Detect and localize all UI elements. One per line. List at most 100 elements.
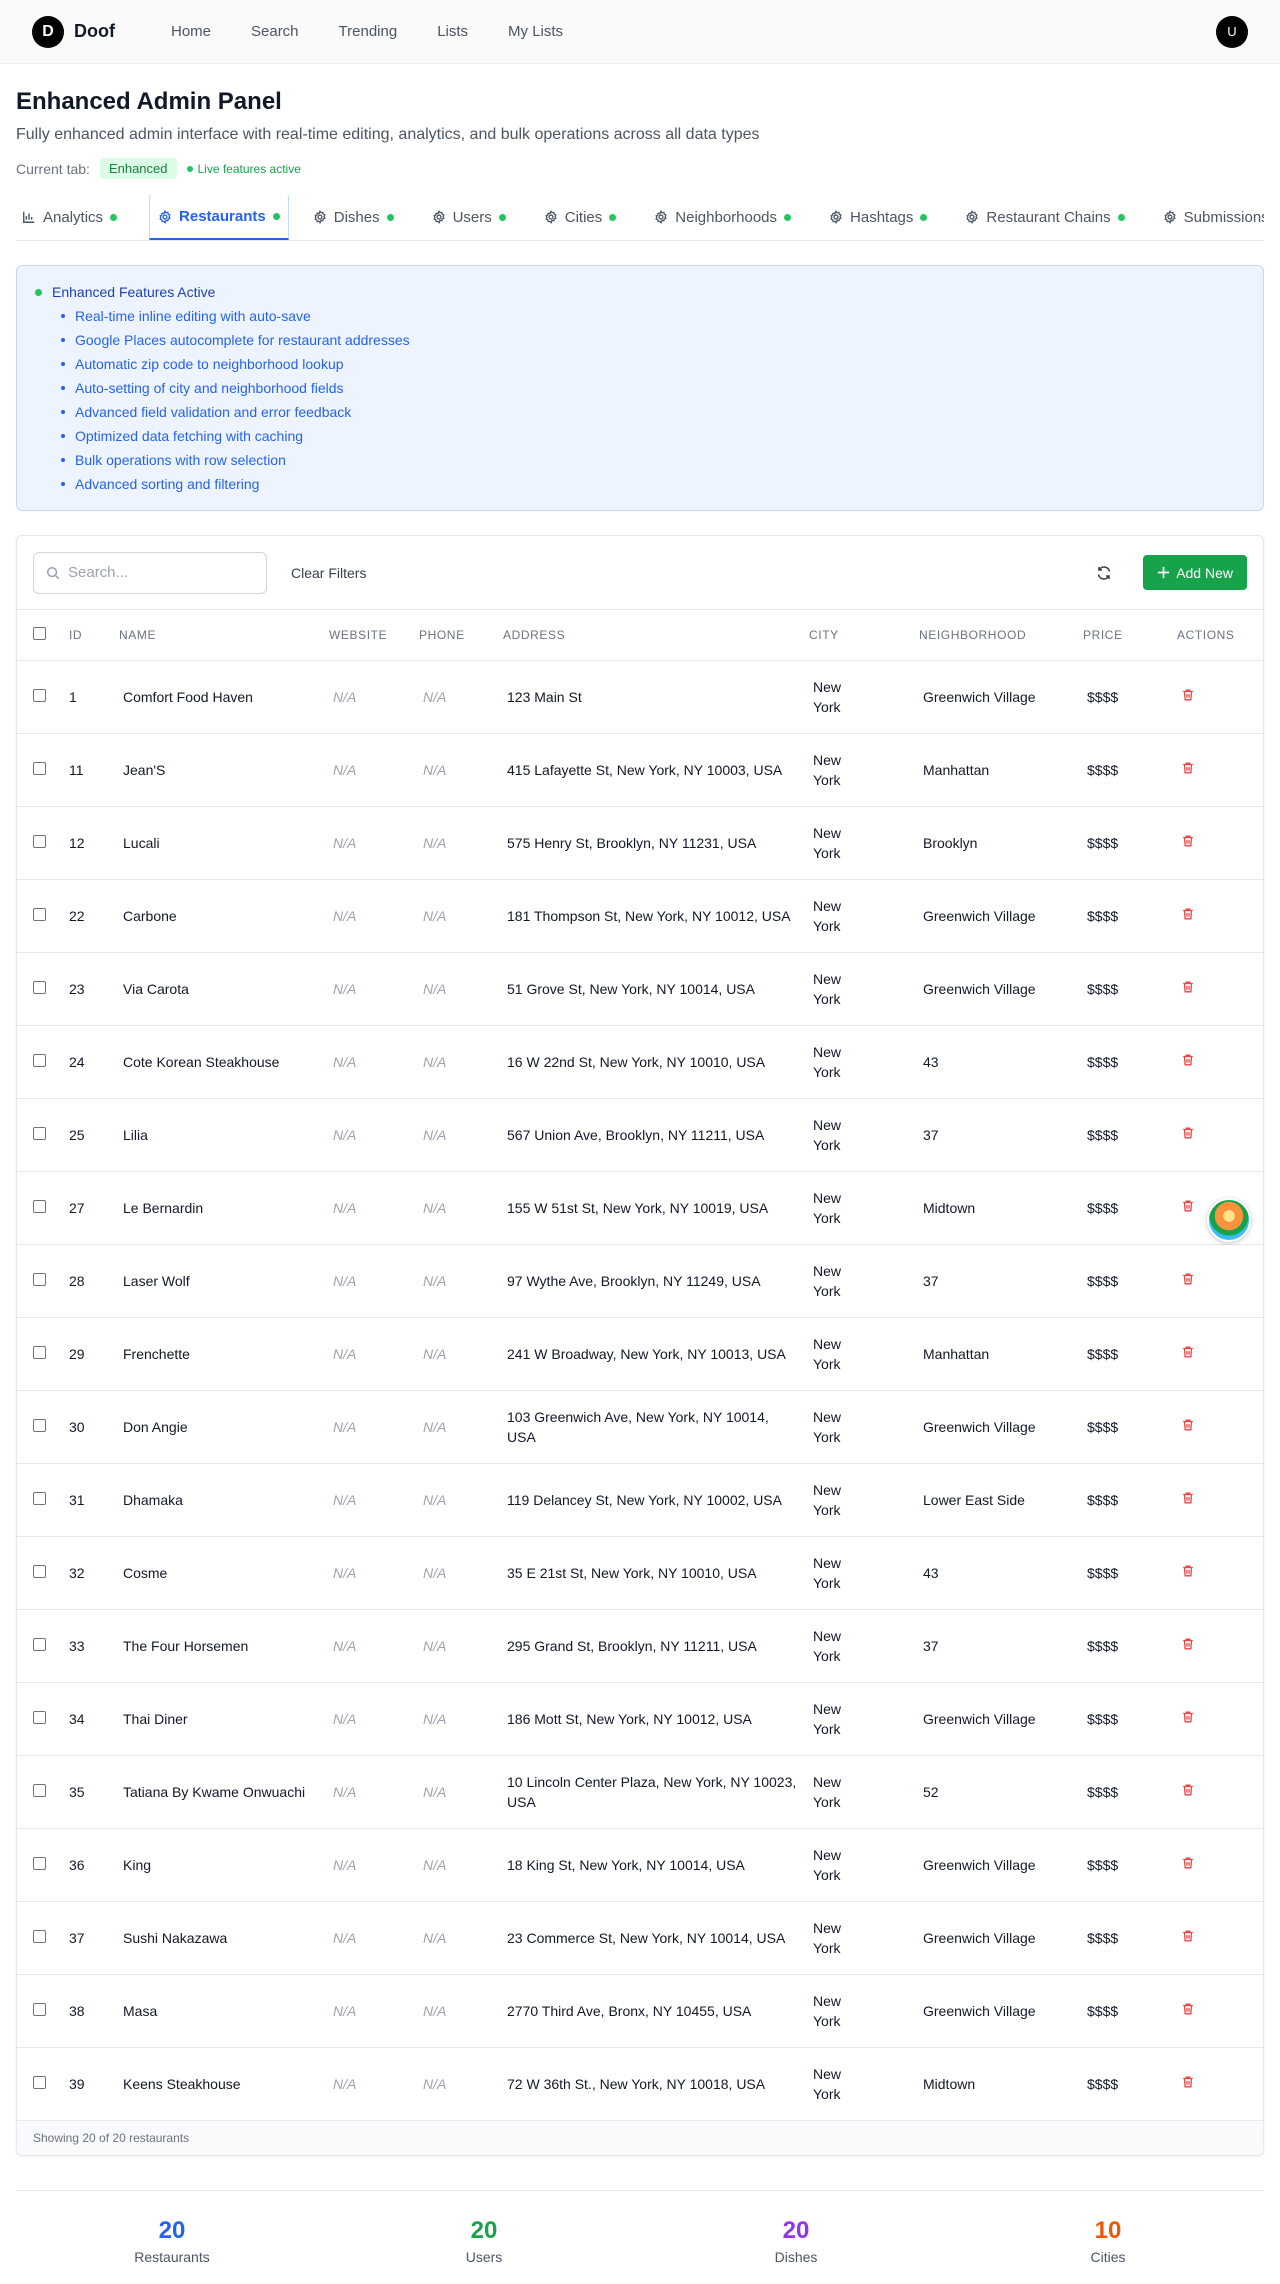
- tab-hashtags[interactable]: Hashtags: [823, 195, 941, 240]
- cell-phone[interactable]: N/A: [415, 1901, 499, 1975]
- row-checkbox[interactable]: [33, 1272, 46, 1286]
- table-row[interactable]: 35 Tatiana By Kwame Onwuachi N/A N/A 10 Linc…: [17, 1755, 1263, 1829]
- cell-price[interactable]: $$$$: [1079, 1463, 1173, 1537]
- tab-restaurants[interactable]: Restaurants: [149, 195, 289, 240]
- cell-city[interactable]: New York: [805, 1682, 915, 1756]
- cell-price[interactable]: $$$$: [1079, 952, 1173, 1026]
- cell-name[interactable]: King: [115, 1828, 325, 1902]
- table-row[interactable]: 28 Laser Wolf N/A N/A 97 Wythe Ave, Brooklyn…: [17, 1244, 1263, 1318]
- cell-city[interactable]: New York: [805, 1171, 915, 1245]
- cell-website[interactable]: N/A: [325, 1536, 415, 1610]
- cell-name[interactable]: Lilia: [115, 1098, 325, 1172]
- cell-website[interactable]: N/A: [325, 1682, 415, 1756]
- cell-name[interactable]: The Four Horsemen: [115, 1609, 325, 1683]
- cell-neighborhood[interactable]: Greenwich Village: [915, 1974, 1079, 2048]
- cell-name[interactable]: Lucali: [115, 806, 325, 880]
- cell-address[interactable]: 97 Wythe Ave, Brooklyn, NY 11249, USA: [499, 1244, 805, 1318]
- row-checkbox[interactable]: [33, 1199, 46, 1213]
- row-checkbox[interactable]: [33, 1126, 46, 1140]
- cell-neighborhood[interactable]: 52: [915, 1755, 1079, 1829]
- cell-phone[interactable]: N/A: [415, 1171, 499, 1245]
- cell-city[interactable]: New York: [805, 1390, 915, 1464]
- cell-neighborhood[interactable]: 43: [915, 1536, 1079, 1610]
- row-checkbox[interactable]: [33, 1637, 46, 1651]
- table-row[interactable]: 37 Sushi Nakazawa N/A N/A 23 Commerce St, Ne…: [17, 1901, 1263, 1975]
- cell-neighborhood[interactable]: Greenwich Village: [915, 1901, 1079, 1975]
- cell-neighborhood[interactable]: Midtown: [915, 1171, 1079, 1245]
- cell-neighborhood[interactable]: 37: [915, 1609, 1079, 1683]
- cell-website[interactable]: N/A: [325, 1317, 415, 1391]
- cell-address[interactable]: 123 Main St: [499, 660, 805, 734]
- cell-address[interactable]: 10 Lincoln Center Plaza, New York, NY 10…: [499, 1755, 805, 1829]
- delete-button[interactable]: [1173, 879, 1263, 953]
- search-input[interactable]: [68, 564, 238, 581]
- cell-phone[interactable]: N/A: [415, 1828, 499, 1902]
- table-row[interactable]: 33 The Four Horsemen N/A N/A 295 Grand St, B…: [17, 1609, 1263, 1683]
- row-checkbox[interactable]: [33, 1053, 46, 1067]
- cell-neighborhood[interactable]: Greenwich Village: [915, 1682, 1079, 1756]
- cell-name[interactable]: Comfort Food Haven: [115, 660, 325, 734]
- cell-neighborhood[interactable]: 37: [915, 1098, 1079, 1172]
- cell-website[interactable]: N/A: [325, 1609, 415, 1683]
- cell-website[interactable]: N/A: [325, 952, 415, 1026]
- cell-address[interactable]: 16 W 22nd St, New York, NY 10010, USA: [499, 1025, 805, 1099]
- cell-phone[interactable]: N/A: [415, 1098, 499, 1172]
- row-checkbox[interactable]: [33, 1418, 46, 1432]
- cell-address[interactable]: 23 Commerce St, New York, NY 10014, USA: [499, 1901, 805, 1975]
- tab-dishes[interactable]: Dishes: [307, 195, 408, 240]
- cell-price[interactable]: $$$$: [1079, 1025, 1173, 1099]
- cell-neighborhood[interactable]: 43: [915, 1025, 1079, 1099]
- cell-city[interactable]: New York: [805, 2047, 915, 2121]
- cell-price[interactable]: $$$$: [1079, 806, 1173, 880]
- row-checkbox[interactable]: [33, 834, 46, 848]
- tab-restaurant-chains[interactable]: Restaurant Chains: [959, 195, 1138, 240]
- cell-price[interactable]: $$$$: [1079, 1609, 1173, 1683]
- cell-phone[interactable]: N/A: [415, 2047, 499, 2121]
- cell-address[interactable]: 181 Thompson St, New York, NY 10012, USA: [499, 879, 805, 953]
- cell-name[interactable]: Cote Korean Steakhouse: [115, 1025, 325, 1099]
- cell-city[interactable]: New York: [805, 1536, 915, 1610]
- cell-phone[interactable]: N/A: [415, 1536, 499, 1610]
- table-row[interactable]: 27 Le Bernardin N/A N/A 155 W 51st St, New Y…: [17, 1171, 1263, 1245]
- row-checkbox[interactable]: [33, 1710, 46, 1724]
- cell-address[interactable]: 119 Delancey St, New York, NY 10002, USA: [499, 1463, 805, 1537]
- cell-phone[interactable]: N/A: [415, 806, 499, 880]
- cell-neighborhood[interactable]: Lower East Side: [915, 1463, 1079, 1537]
- cell-website[interactable]: N/A: [325, 1755, 415, 1829]
- row-checkbox[interactable]: [33, 2075, 46, 2089]
- table-row[interactable]: 31 Dhamaka N/A N/A 119 Delancey St, New York…: [17, 1463, 1263, 1537]
- cell-city[interactable]: New York: [805, 1463, 915, 1537]
- cell-name[interactable]: Laser Wolf: [115, 1244, 325, 1318]
- user-avatar[interactable]: U: [1216, 15, 1248, 48]
- cell-neighborhood[interactable]: Midtown: [915, 2047, 1079, 2121]
- table-row[interactable]: 25 Lilia N/A N/A 567 Union Ave, Brooklyn, NY…: [17, 1098, 1263, 1172]
- tab-cities[interactable]: Cities: [538, 195, 631, 240]
- column-header-name[interactable]: NAME: [115, 610, 325, 661]
- cell-name[interactable]: Masa: [115, 1974, 325, 2048]
- cell-name[interactable]: Keens Steakhouse: [115, 2047, 325, 2121]
- cell-name[interactable]: Carbone: [115, 879, 325, 953]
- cell-neighborhood[interactable]: Greenwich Village: [915, 952, 1079, 1026]
- row-checkbox[interactable]: [33, 980, 46, 994]
- row-checkbox[interactable]: [33, 2002, 46, 2016]
- cell-city[interactable]: New York: [805, 733, 915, 807]
- cell-city[interactable]: New York: [805, 660, 915, 734]
- delete-button[interactable]: [1173, 1755, 1263, 1829]
- row-checkbox[interactable]: [33, 907, 46, 921]
- cell-website[interactable]: N/A: [325, 1244, 415, 1318]
- cell-address[interactable]: 575 Henry St, Brooklyn, NY 11231, USA: [499, 806, 805, 880]
- cell-city[interactable]: New York: [805, 879, 915, 953]
- cell-city[interactable]: New York: [805, 1828, 915, 1902]
- cell-name[interactable]: Le Bernardin: [115, 1171, 325, 1245]
- cell-name[interactable]: Jean'S: [115, 733, 325, 807]
- tab-neighborhoods[interactable]: Neighborhoods: [648, 195, 805, 240]
- brand-name[interactable]: Doof: [74, 21, 115, 42]
- column-header-neighborhood[interactable]: NEIGHBORHOOD: [915, 610, 1079, 661]
- cell-website[interactable]: N/A: [325, 1974, 415, 2048]
- cell-phone[interactable]: N/A: [415, 1244, 499, 1318]
- cell-price[interactable]: $$$$: [1079, 1901, 1173, 1975]
- row-checkbox[interactable]: [33, 1564, 46, 1578]
- cell-phone[interactable]: N/A: [415, 660, 499, 734]
- cell-neighborhood[interactable]: Greenwich Village: [915, 1390, 1079, 1464]
- cell-phone[interactable]: N/A: [415, 952, 499, 1026]
